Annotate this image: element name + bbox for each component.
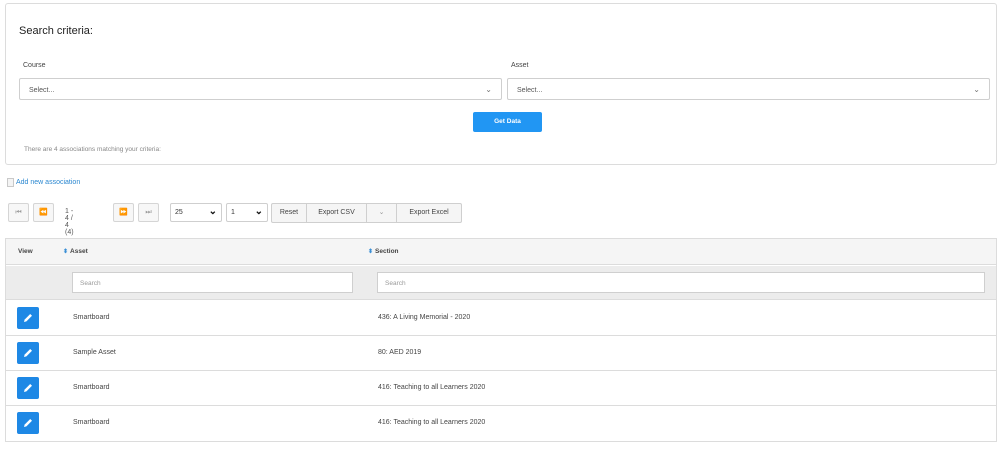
asset-select-value: Select... [517, 87, 543, 94]
page-number-select[interactable]: 1 ⌄ [226, 203, 268, 222]
table-header: View ⬍ Asset ⬍ Section [6, 239, 996, 265]
page-number-value: 1 [231, 209, 235, 216]
sort-icon: ⬍ [368, 249, 374, 255]
section-search-input[interactable]: Search [377, 272, 985, 293]
sort-icon: ⬍ [63, 249, 69, 255]
chevron-down-icon: ⌄ [485, 85, 492, 94]
pencil-icon [24, 349, 32, 357]
associations-table: View ⬍ Asset ⬍ Section Search Search Smart… [5, 238, 997, 442]
pencil-icon [24, 384, 32, 392]
table-row: Smartboard 436: A Living Memorial - 2020 [6, 301, 996, 336]
next-page-button[interactable]: ⏩ [113, 203, 134, 222]
first-page-button[interactable]: ⏮ [8, 203, 29, 222]
page-size-value: 25 [175, 209, 183, 216]
asset-cell: Smartboard [73, 384, 110, 391]
column-header-section[interactable]: ⬍ Section [368, 248, 399, 255]
asset-label: Asset [511, 62, 529, 69]
chevron-down-icon: ⌄ [254, 206, 263, 217]
table-row: Sample Asset 80: AED 2019 [6, 336, 996, 371]
column-header-asset[interactable]: ⬍ Asset [63, 248, 88, 255]
asset-cell: Smartboard [73, 314, 110, 321]
match-count-text: There are 4 associations matching your c… [24, 146, 161, 153]
section-cell: 436: A Living Memorial - 2020 [378, 314, 471, 321]
export-excel-button[interactable]: Export Excel [396, 203, 462, 223]
panel-title: Search criteria: [19, 25, 93, 37]
reset-button[interactable]: Reset [271, 203, 307, 223]
section-cell: 80: AED 2019 [378, 349, 422, 356]
filter-row: Search Search [6, 266, 996, 300]
edit-button[interactable] [17, 342, 39, 364]
asset-cell: Sample Asset [73, 349, 116, 356]
add-association-link[interactable]: Add new association [7, 178, 80, 187]
get-data-button[interactable]: Get Data [473, 112, 542, 132]
asset-cell: Smartboard [73, 419, 110, 426]
pencil-icon [24, 419, 32, 427]
asset-search-input[interactable]: Search [72, 272, 353, 293]
document-icon [7, 178, 14, 187]
table-row: Smartboard 416: Teaching to all Learners… [6, 371, 996, 406]
column-header-view: View [18, 248, 33, 255]
pencil-icon [24, 314, 32, 322]
section-cell: 416: Teaching to all Learners 2020 [378, 384, 486, 391]
edit-button[interactable] [17, 412, 39, 434]
edit-button[interactable] [17, 377, 39, 399]
course-select[interactable]: Select... ⌄ [19, 78, 502, 100]
export-csv-button[interactable]: Export CSV [306, 203, 367, 223]
section-cell: 416: Teaching to all Learners 2020 [378, 419, 486, 426]
last-page-button[interactable]: ⏭ [138, 203, 159, 222]
prev-page-button[interactable]: ⏪ [33, 203, 54, 222]
page-size-select[interactable]: 25 ⌄ [170, 203, 222, 222]
chevron-down-icon: ⌄ [973, 85, 980, 94]
course-select-value: Select... [29, 87, 55, 94]
page-info: 1 - 4 / 4 (4) [65, 208, 74, 236]
export-options-dropdown[interactable]: ⌄ [366, 203, 397, 223]
add-association-label: Add new association [16, 179, 81, 186]
course-label: Course [23, 62, 46, 69]
asset-select[interactable]: Select... ⌄ [507, 78, 990, 100]
search-criteria-panel: Search criteria: Course Select... ⌄ Asse… [5, 3, 997, 165]
chevron-down-icon: ⌄ [208, 206, 217, 217]
edit-button[interactable] [17, 307, 39, 329]
column-header-section-label: Section [375, 248, 399, 255]
column-header-asset-label: Asset [70, 248, 88, 255]
table-row: Smartboard 416: Teaching to all Learners… [6, 406, 996, 441]
